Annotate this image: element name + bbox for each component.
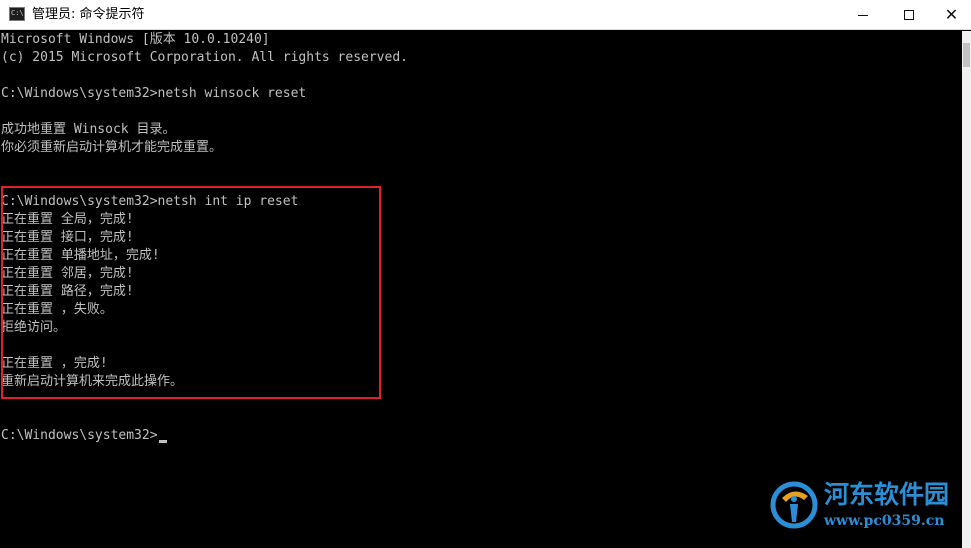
window-title: 管理员: 命令提示符: [32, 7, 145, 22]
vertical-scrollbar[interactable]: [962, 31, 971, 548]
console-line: 你必须重新启动计算机才能完成重置。: [1, 140, 223, 155]
highlight-box: [1, 186, 381, 399]
console-output[interactable]: Microsoft Windows [版本 10.0.10240] (c) 20…: [0, 31, 962, 548]
title-bar[interactable]: 管理员: 命令提示符 ✕: [0, 0, 971, 30]
command-prompt: C:\Windows\system32>: [1, 428, 158, 443]
command-prompt-line[interactable]: C:\Windows\system32>: [1, 427, 167, 445]
close-icon: ✕: [944, 5, 959, 24]
cmd-icon[interactable]: [9, 7, 25, 21]
console-line: (c) 2015 Microsoft Corporation. All righ…: [1, 50, 408, 65]
watermark-logo-icon: [770, 481, 818, 529]
watermark-title: 河东软件园: [824, 480, 950, 509]
watermark-url: www.pc0359.cn: [824, 513, 945, 529]
minimize-button[interactable]: [840, 0, 886, 30]
minimize-icon: [858, 14, 868, 16]
console-line: Microsoft Windows [版本 10.0.10240]: [1, 32, 270, 47]
console-line: C:\Windows\system32>netsh winsock reset: [1, 86, 307, 101]
console-line: 成功地重置 Winsock 目录。: [1, 122, 176, 137]
close-button[interactable]: ✕: [932, 0, 971, 30]
text-cursor: [158, 440, 167, 443]
maximize-button[interactable]: [886, 0, 932, 30]
watermark: 河东软件园 www.pc0359.cn: [768, 476, 971, 542]
scrollbar-thumb[interactable]: [963, 43, 970, 67]
maximize-icon: [904, 10, 914, 20]
